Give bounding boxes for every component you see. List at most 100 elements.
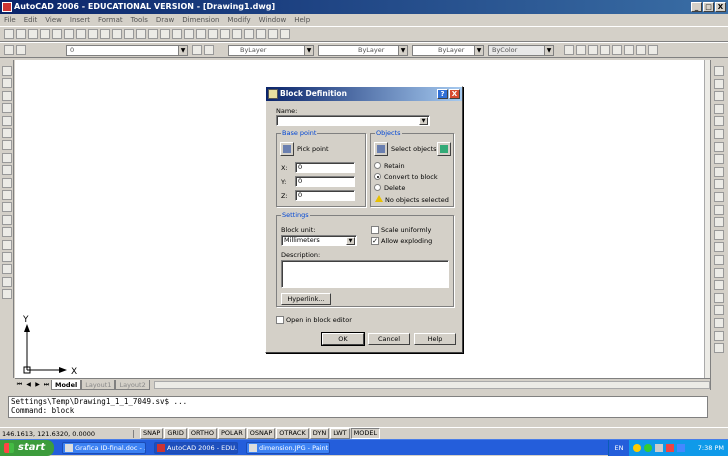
block-editor-icon[interactable] — [124, 29, 134, 39]
properties-icon[interactable] — [208, 29, 218, 39]
taskbar-item-paint[interactable]: dimension.JPG - Paint — [246, 442, 330, 454]
menu-item-dimension[interactable]: Dimension — [182, 16, 219, 24]
zoom-realtime-icon[interactable] — [172, 29, 182, 39]
offset-icon[interactable] — [714, 103, 724, 114]
command-window[interactable]: Settings\Temp\Drawing1_1_1_7049.sv$ ... … — [8, 396, 708, 418]
quick-select-button[interactable] — [437, 142, 451, 156]
multiline-text-icon[interactable] — [2, 289, 12, 300]
snap-toggle[interactable]: SNAP — [140, 428, 164, 439]
snap-center-icon[interactable] — [714, 343, 724, 354]
calculator-icon[interactable] — [268, 29, 278, 39]
z-input[interactable]: 0 — [295, 190, 355, 201]
region-icon[interactable] — [2, 264, 12, 275]
bluetooth-icon[interactable] — [677, 444, 685, 452]
horizontal-scrollbar[interactable] — [153, 380, 710, 389]
plotstyle-dropdown[interactable]: ByColor ▼ — [488, 45, 554, 56]
menu-item-window[interactable]: Window — [259, 16, 287, 24]
dyn-toggle[interactable]: DYN — [309, 428, 330, 439]
layer-state-icon[interactable] — [16, 45, 26, 55]
name-combobox[interactable]: ▼ — [276, 115, 430, 126]
dim-linear-icon[interactable] — [612, 45, 622, 55]
fillet-icon[interactable] — [714, 255, 724, 265]
layer-manager-icon[interactable] — [4, 45, 14, 55]
copy-object-icon[interactable] — [714, 78, 724, 89]
snap-from-icon[interactable] — [714, 292, 724, 303]
network-icon[interactable] — [633, 444, 641, 452]
hatch-icon[interactable] — [2, 239, 12, 250]
snap-intersection-icon[interactable] — [714, 330, 724, 341]
chamfer-icon[interactable] — [714, 242, 724, 253]
move-icon[interactable] — [714, 129, 724, 139]
last-tab-icon[interactable]: ⏭ — [42, 380, 51, 389]
delete-radio[interactable] — [374, 184, 381, 191]
scale-icon[interactable] — [714, 154, 724, 165]
tab-layout2[interactable]: Layout2 — [115, 379, 150, 390]
lineweight-dropdown[interactable]: ByLayer ▼ — [412, 45, 484, 56]
retain-radio[interactable] — [374, 162, 381, 169]
dim-aligned-icon[interactable] — [624, 45, 634, 55]
model-toggle[interactable]: MODEL — [350, 428, 381, 439]
linetype-dropdown[interactable]: ByLayer ▼ — [318, 45, 408, 56]
explode-icon[interactable] — [714, 267, 724, 278]
menu-item-view[interactable]: View — [45, 16, 62, 24]
trim-icon[interactable] — [714, 179, 724, 190]
copy-icon[interactable] — [88, 29, 98, 39]
menu-item-help[interactable]: Help — [294, 16, 310, 24]
maximize-button[interactable]: □ — [703, 2, 714, 12]
close-button[interactable]: X — [715, 2, 726, 12]
break-at-point-icon[interactable] — [714, 204, 724, 215]
zoom-previous-icon[interactable] — [196, 29, 206, 39]
block-unit-select[interactable]: Millimeters ▼ — [281, 235, 357, 246]
insert-block-icon[interactable] — [2, 202, 12, 213]
stretch-icon[interactable] — [714, 166, 724, 177]
layer-previous-icon[interactable] — [204, 45, 214, 55]
mirror-icon[interactable] — [714, 91, 724, 102]
join-icon[interactable] — [714, 229, 724, 240]
select-objects-button[interactable] — [374, 142, 388, 156]
first-tab-icon[interactable]: ⏮ — [15, 380, 24, 389]
menu-item-edit[interactable]: Edit — [24, 16, 38, 24]
menu-item-draw[interactable]: Draw — [156, 16, 174, 24]
menu-item-modify[interactable]: Modify — [227, 16, 250, 24]
ellipse-icon[interactable] — [2, 177, 12, 188]
antivirus-icon[interactable] — [666, 444, 674, 452]
description-textarea[interactable] — [281, 260, 449, 288]
erase-icon[interactable] — [714, 66, 724, 76]
menu-item-format[interactable]: Format — [98, 16, 123, 24]
ok-button[interactable]: OK — [321, 332, 365, 346]
revision-cloud-icon[interactable] — [2, 152, 12, 163]
taskbar-item-word[interactable]: Grafica ID-final.doc - ... — [62, 442, 146, 454]
layer-dropdown[interactable]: 0 ▼ — [66, 45, 188, 56]
paste-icon[interactable] — [100, 29, 110, 39]
dim-update-icon[interactable] — [648, 45, 658, 55]
redo-icon[interactable] — [148, 29, 158, 39]
make-block-icon[interactable] — [2, 214, 12, 225]
start-button[interactable]: start — [0, 440, 54, 456]
break-icon[interactable] — [714, 217, 724, 228]
snap-endpoint-icon[interactable] — [714, 305, 724, 316]
polyline-icon[interactable] — [2, 90, 12, 101]
snap-midpoint-icon[interactable] — [714, 318, 724, 328]
prev-tab-icon[interactable]: ◀ — [24, 380, 33, 389]
menu-item-tools[interactable]: Tools — [131, 16, 148, 24]
sheet-set-icon[interactable] — [244, 29, 254, 39]
make-current-icon[interactable] — [192, 45, 202, 55]
allow-exploding-checkbox[interactable]: ✓ — [371, 237, 379, 245]
hyperlink-button[interactable]: Hyperlink... — [281, 293, 331, 305]
draw-order-icon[interactable] — [714, 280, 724, 291]
polygon-icon[interactable] — [2, 103, 12, 114]
match-properties-icon[interactable] — [112, 29, 122, 39]
next-tab-icon[interactable]: ▶ — [33, 380, 42, 389]
help-button[interactable]: Help — [414, 333, 456, 345]
cut-icon[interactable] — [76, 29, 86, 39]
language-indicator[interactable]: EN — [609, 440, 629, 456]
undo-icon[interactable] — [136, 29, 146, 39]
convert-to-block-radio[interactable] — [374, 173, 381, 180]
tab-model[interactable]: Model — [51, 379, 82, 390]
table-icon[interactable] — [2, 276, 12, 287]
otrack-toggle[interactable]: OTRACK — [276, 428, 309, 439]
extend-icon[interactable] — [714, 192, 724, 202]
spline-icon[interactable] — [2, 165, 12, 176]
gradient-icon[interactable] — [2, 252, 12, 262]
multileader-icon[interactable] — [600, 45, 610, 55]
